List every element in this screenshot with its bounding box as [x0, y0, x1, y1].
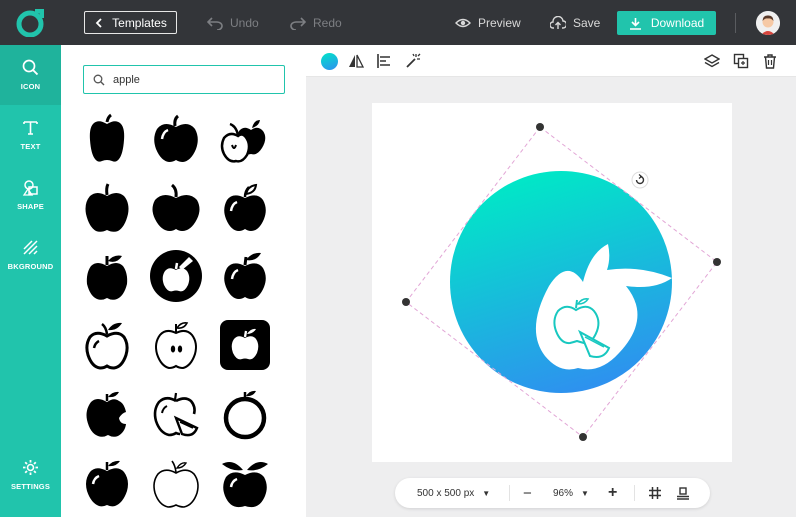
redo-button[interactable]: Redo: [290, 14, 342, 32]
background-pattern-icon: [23, 240, 38, 255]
plus-icon: +: [608, 484, 618, 501]
icon-search-input[interactable]: [113, 71, 273, 89]
apple-circle-badge-icon[interactable]: [148, 248, 204, 304]
canvas-size-select[interactable]: 500 x 500 px ▼: [417, 478, 490, 508]
magic-wand-icon: [406, 53, 421, 68]
sidebar-item-text[interactable]: TEXT: [0, 105, 61, 165]
resize-handle-right[interactable]: [713, 258, 721, 266]
canvas-bottom-bar: 500 x 500 px ▼ − 96% ▼ +: [395, 478, 710, 508]
redo-label: Redo: [313, 16, 342, 30]
sidebar-item-icon[interactable]: ICON: [0, 45, 61, 105]
design-canvas[interactable]: [372, 103, 732, 462]
align-bottom-button[interactable]: [676, 478, 690, 508]
apple-solid-icon[interactable]: [79, 111, 135, 167]
icon-search-box[interactable]: [83, 65, 285, 94]
sidebar-item-label: SHAPE: [17, 202, 44, 211]
grid-icon: [649, 487, 661, 499]
apple-shine-small-icon[interactable]: [79, 455, 135, 511]
apple-glossy-icon[interactable]: [217, 248, 273, 304]
search-icon: [93, 74, 105, 86]
top-bar: Templates Undo Redo Preview Save Downloa…: [0, 0, 796, 45]
download-label: Download: [650, 16, 705, 30]
caret-down-icon: ▼: [581, 488, 589, 498]
zoom-value: 96%: [553, 487, 574, 499]
sidebar-item-settings[interactable]: SETTINGS: [0, 445, 61, 505]
zoom-select[interactable]: 96% ▼: [553, 478, 589, 508]
apple-ring-icon[interactable]: [217, 385, 273, 441]
apple-leaf-icon[interactable]: [79, 248, 135, 304]
shapes-icon: [22, 180, 38, 196]
apple-thin-outline-icon[interactable]: [148, 455, 204, 511]
apple-classic-icon[interactable]: [79, 180, 135, 236]
download-icon: [629, 17, 641, 30]
duplicate-button[interactable]: [733, 53, 749, 69]
user-avatar[interactable]: [756, 11, 780, 35]
save-label: Save: [573, 16, 601, 30]
eye-icon: [455, 18, 471, 28]
app-logo-icon[interactable]: [16, 8, 45, 38]
chevron-left-icon: [95, 17, 102, 28]
bottom-bar-divider: [634, 485, 635, 501]
undo-button[interactable]: Undo: [207, 14, 259, 32]
apple-outline-icon[interactable]: [79, 317, 135, 373]
sidebar-item-label: SETTINGS: [10, 482, 51, 491]
zoom-in-button[interactable]: +: [608, 478, 617, 508]
minus-icon: −: [523, 484, 532, 502]
gear-icon: [23, 460, 38, 475]
align-left-icon: [377, 54, 390, 68]
templates-button-label: Templates: [112, 15, 167, 30]
resize-handle-bottom[interactable]: [579, 433, 587, 441]
apple-round-solid-icon[interactable]: [148, 111, 204, 167]
fill-color-swatch[interactable]: [321, 53, 338, 70]
preview-button[interactable]: Preview: [455, 14, 521, 32]
apple-pair-icon[interactable]: [217, 111, 273, 167]
sidebar-item-shape[interactable]: SHAPE: [0, 165, 61, 225]
rotate-handle[interactable]: [631, 171, 649, 189]
undo-label: Undo: [230, 16, 259, 30]
sidebar-item-label: ICON: [20, 82, 41, 91]
sidebar-item-label: BKGROUND: [7, 262, 54, 271]
search-icon: [22, 59, 39, 76]
apple-shine-icon[interactable]: [217, 180, 273, 236]
effects-button[interactable]: [405, 53, 421, 69]
save-button[interactable]: Save: [550, 14, 600, 32]
flip-horizontal-button[interactable]: [348, 53, 364, 69]
resize-handle-top[interactable]: [536, 123, 544, 131]
left-sidebar: ICON TEXT SHAPE BKGROUND SETTINGS: [0, 45, 61, 517]
apple-rounded-square-icon[interactable]: [217, 317, 273, 373]
apple-half-icon[interactable]: [148, 317, 204, 373]
apple-slice-outline-icon[interactable]: [148, 385, 204, 441]
caret-down-icon: ▼: [482, 488, 491, 498]
apple-bitten-icon[interactable]: [79, 385, 135, 441]
topbar-divider: [735, 13, 736, 33]
sidebar-item-label: TEXT: [20, 142, 41, 151]
undo-icon: [207, 17, 223, 30]
bottom-bar-divider: [509, 485, 510, 501]
layers-icon: [704, 54, 720, 68]
layers-button[interactable]: [704, 53, 720, 69]
duplicate-icon: [733, 53, 749, 69]
cloud-upload-icon: [550, 16, 566, 29]
text-icon: [23, 121, 38, 135]
align-button[interactable]: [376, 53, 392, 69]
preview-label: Preview: [478, 16, 521, 30]
grid-toggle-button[interactable]: [648, 478, 662, 508]
redo-icon: [290, 17, 306, 30]
zoom-out-button[interactable]: −: [523, 478, 532, 508]
resize-handle-left[interactable]: [402, 298, 410, 306]
apple-wide-icon[interactable]: [148, 180, 204, 236]
trash-icon: [764, 54, 776, 69]
canvas-size-value: 500 x 500 px: [417, 487, 475, 499]
templates-button[interactable]: Templates: [84, 11, 177, 34]
delete-button[interactable]: [762, 53, 778, 69]
apple-two-leaves-icon[interactable]: [217, 455, 273, 511]
sidebar-item-background[interactable]: BKGROUND: [0, 225, 61, 285]
flip-horizontal-icon: [349, 54, 364, 68]
download-button[interactable]: Download: [617, 11, 716, 35]
align-bottom-icon: [677, 487, 689, 500]
icon-panel: [61, 45, 306, 517]
canvas-toolbar: [306, 45, 796, 77]
